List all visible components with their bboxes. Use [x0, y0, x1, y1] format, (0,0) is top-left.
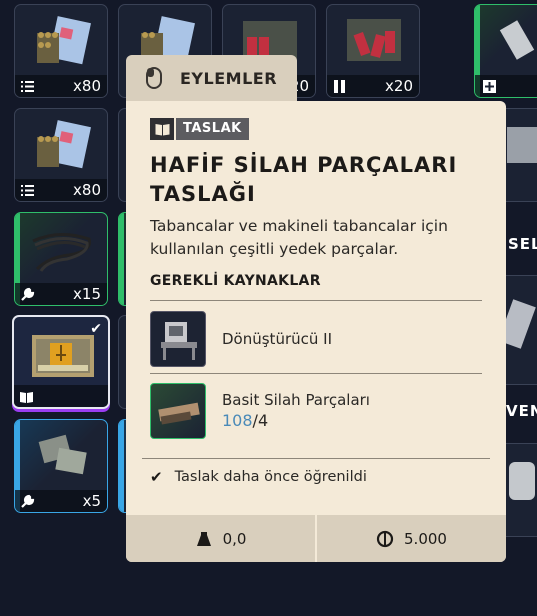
list-icon: [21, 81, 34, 92]
resource-need: 4: [257, 411, 269, 430]
actions-tab-label: EYLEMLER: [180, 69, 278, 88]
resource-name-gun-parts: Basit Silah Parçaları: [222, 391, 370, 409]
slot-count: x20: [385, 77, 413, 95]
item-tooltip: TASLAK HAFİF SİLAH PARÇALARI TASLAĞI Tab…: [126, 101, 506, 562]
learned-status-text: Taslak daha önce öğrenildi: [174, 469, 367, 485]
divider: [150, 373, 482, 374]
slot-count: x80: [73, 181, 101, 199]
wrench-icon: [21, 494, 35, 508]
slot-count: x15: [73, 285, 101, 303]
inventory-slot-plates[interactable]: x5: [14, 419, 108, 513]
shells-icon: [334, 80, 345, 93]
type-badge: TASLAK: [150, 118, 249, 140]
side-label-2: VENL: [506, 402, 537, 420]
inventory-slot-partial-1[interactable]: [474, 4, 537, 98]
coin-icon: [376, 530, 394, 547]
divider: [142, 458, 490, 459]
device-icon: [499, 20, 535, 60]
learned-status: ✔ Taslak daha önce öğrenildi: [150, 468, 367, 486]
item-title: HAFİF SİLAH PARÇALARI TASLAĞI: [150, 153, 458, 206]
divider: [150, 300, 482, 301]
check-icon: ✔: [150, 468, 163, 486]
gun-parts-icon: [150, 383, 206, 439]
price-value: 5.000: [404, 529, 447, 548]
metal-plates-icon: [38, 434, 87, 475]
mouse-icon: [146, 67, 162, 89]
workbench-icon: [150, 311, 206, 367]
resource-have: 108: [222, 411, 253, 430]
weight-cell: 0,0: [126, 515, 315, 562]
list-icon: [21, 185, 34, 196]
ammo-box-icon: [37, 16, 91, 65]
side-label-1: SELT: [508, 235, 537, 253]
inventory-slot-ammo-3[interactable]: x80: [14, 108, 108, 202]
book-icon: [150, 118, 174, 140]
slot-count: x80: [73, 77, 101, 95]
resource-count: 108/4: [222, 411, 269, 430]
shell-box-icon: [347, 19, 401, 61]
inventory-slot-wires[interactable]: x15: [14, 212, 108, 306]
inventory-slot-ammo-1[interactable]: x80: [14, 4, 108, 98]
price-cell: 5.000: [317, 515, 506, 562]
book-icon: [20, 392, 33, 403]
weight-icon: [196, 531, 211, 546]
type-badge-label: TASLAK: [176, 118, 249, 140]
blueprint-case-icon: [32, 335, 94, 377]
ammo-box-icon: [37, 120, 91, 169]
inventory-slot-shells-2[interactable]: x20: [326, 4, 420, 98]
resource-name-converter: Dönüştürücü II: [222, 330, 332, 348]
tooltip-footer: 0,0 5.000: [126, 515, 506, 562]
actions-tab[interactable]: EYLEMLER: [126, 55, 297, 101]
wires-icon: [32, 233, 92, 272]
weight-value: 0,0: [222, 529, 247, 548]
wrench-icon: [21, 287, 35, 301]
plus-icon: [483, 80, 496, 93]
slot-count: x5: [82, 492, 101, 510]
required-resources-header: GEREKLİ KAYNAKLAR: [150, 273, 321, 289]
item-description: Tabancalar ve makineli tabancalar için k…: [150, 217, 448, 258]
owned-check-icon: ✔: [90, 321, 102, 337]
inventory-slot-blueprint[interactable]: ✔: [12, 315, 110, 409]
